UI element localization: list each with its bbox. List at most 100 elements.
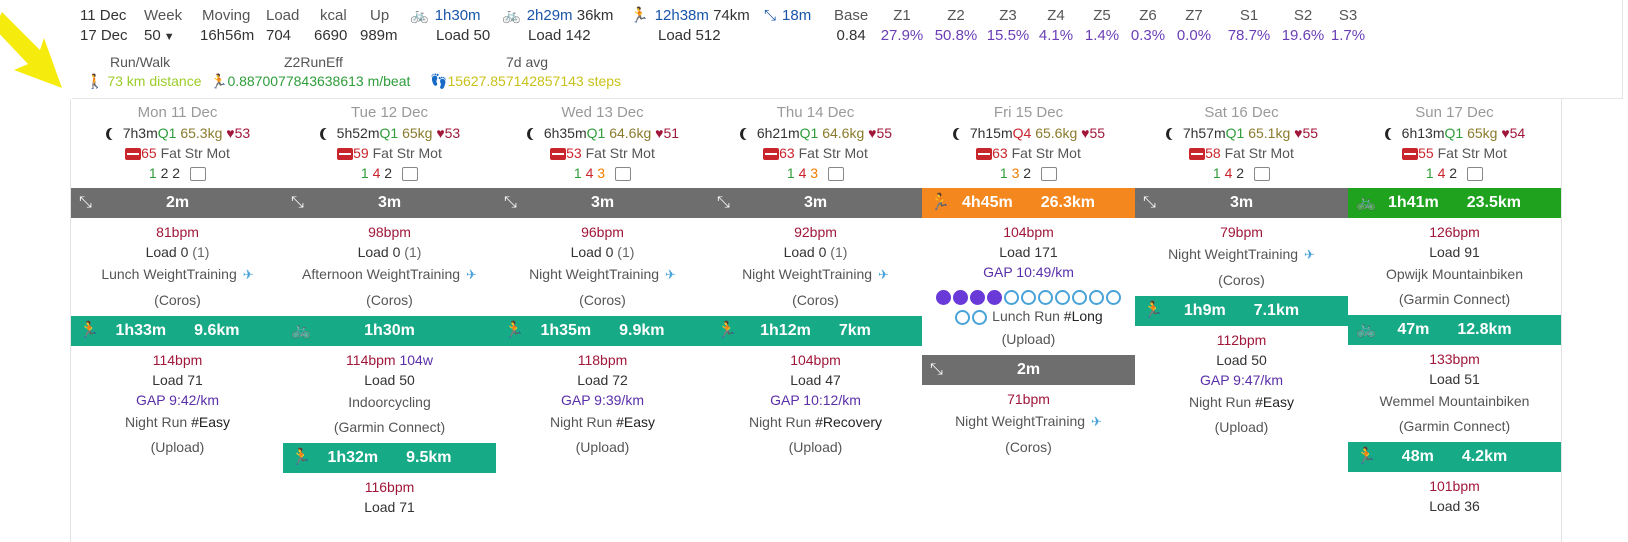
gap-pace: GAP 9:39/km	[560, 392, 644, 408]
wellness-panel[interactable]: 6h35mQ1 64.6kg ♥51 53 Fat Str Mot 1 4 3	[496, 123, 709, 188]
activity-bar[interactable]: 🚲 1h30m	[283, 316, 496, 346]
activity-name[interactable]: Afternoon WeightTraining ✈	[283, 262, 496, 287]
avg-hr: 81bpm	[156, 224, 199, 240]
comment-icon[interactable]	[1041, 167, 1058, 182]
activity-name[interactable]: Night WeightTraining ✈	[709, 262, 922, 287]
wellness-panel[interactable]: 7h57mQ1 65.1kg ♥55 58 Fat Str Mot 1 4 2	[1135, 123, 1348, 188]
load-label: Load	[266, 7, 300, 24]
comment-icon[interactable]	[1467, 167, 1484, 182]
sleep-value: 7h3m	[118, 125, 158, 141]
activity-bar[interactable]: ⤡ 3m	[709, 188, 922, 218]
activity-card[interactable]: 🏃 4h45m 26.3km 104bpm Load 171 GAP 10:49/km L…	[922, 188, 1135, 355]
activity-name[interactable]: Indoorcycling	[283, 390, 496, 414]
activity-card[interactable]: 🏃 1h33m 9.6km 114bpm Load 71 GAP 9:42/km Night…	[71, 316, 284, 463]
walk-icon: 🚶	[86, 73, 104, 89]
moon-icon	[956, 128, 966, 140]
moving-value: 16h56m	[200, 27, 255, 44]
hrv-value: 53	[234, 125, 251, 141]
fat-str-mot-label: Fat Str Mot	[160, 145, 230, 161]
wellness-line-2: 58 Fat Str Mot	[1135, 145, 1348, 161]
activity-bar[interactable]: ⤡ 2m	[71, 188, 284, 218]
activity-bar[interactable]: 🏃 4h45m 26.3km	[922, 188, 1135, 218]
activity-name[interactable]: Night Run #Easy	[71, 410, 284, 434]
day-header: Fri 15 Dec	[993, 104, 1064, 121]
resting-hr-value: 63	[779, 145, 795, 161]
activity-bar[interactable]: ⤡ 3m	[496, 188, 709, 218]
activity-card[interactable]: ⤡ 3m 79bpm Night WeightTraining ✈ (Coros)	[1135, 188, 1348, 296]
wellness-panel[interactable]: 7h15mQ4 65.6kg ♥55 63 Fat Str Mot 1 3 2	[922, 123, 1135, 188]
activity-bar[interactable]: 🚲 47m 12.8km	[1348, 315, 1561, 345]
day-column: Thu 14 Dec 6h21mQ1 64.6kg ♥55 63 Fat Str …	[709, 99, 923, 542]
fatigue-value: 1	[573, 165, 582, 181]
wellness-panel[interactable]: 7h3mQ1 65.3kg ♥53 65 Fat Str Mot 1 2 2	[71, 123, 284, 188]
moving-stat: Moving 16h56m	[200, 6, 254, 46]
activity-card[interactable]: 🏃 48m 4.2km 101bpm Load 36	[1348, 442, 1561, 522]
activity-name[interactable]: Lunch Run #Long	[988, 306, 1103, 326]
activity-card[interactable]: 🚲 1h41m 23.5km 126bpm Load 91 Opwijk Mountain…	[1348, 188, 1561, 315]
activity-card[interactable]: ⤡ 2m 81bpm Load 0 (1) Lunch WeightTraining ✈ (…	[71, 188, 284, 316]
activity-name[interactable]: Lunch WeightTraining ✈	[71, 262, 284, 287]
hrv-value: 54	[1509, 125, 1526, 141]
activity-name[interactable]: Night WeightTraining ✈	[922, 409, 1135, 434]
activity-name-text: Night WeightTraining	[1168, 246, 1299, 262]
hr-line: 114bpm 104w	[283, 350, 496, 370]
activity-card[interactable]: 🚲 1h30m 114bpm 104w Load 50 Indoorcycling (Ga…	[283, 316, 496, 443]
zone-z1: Z1 27.9%	[880, 6, 924, 46]
activity-bar[interactable]: 🏃 1h9m 7.1km	[1135, 296, 1348, 326]
activity-name[interactable]: Night WeightTraining ✈	[1135, 242, 1348, 267]
wellness-panel[interactable]: 6h13mQ1 65kg ♥54 55 Fat Str Mot 1 4 2	[1348, 123, 1561, 188]
load-line: Load 71	[71, 370, 284, 390]
week-selector[interactable]: Week 50 ▼	[144, 6, 182, 47]
load-line: Load 91	[1348, 242, 1561, 262]
activity-name[interactable]: Opwijk Mountainbiken	[1348, 262, 1561, 286]
activity-tag: #Long	[1063, 308, 1103, 324]
activity-card[interactable]: ⤡ 2m 71bpm Night WeightTraining ✈ (Coros)	[922, 355, 1135, 463]
activity-bar[interactable]: 🏃 48m 4.2km	[1348, 442, 1561, 472]
activity-bar[interactable]: ⤡ 2m	[922, 355, 1135, 385]
activity-source: (Coros)	[366, 292, 413, 308]
activity-name[interactable]: Wemmel Mountainbiken	[1348, 389, 1561, 413]
activity-name[interactable]: Night Run #Easy	[496, 410, 709, 434]
hr-line: 79bpm	[1135, 222, 1348, 242]
wellness-panel[interactable]: 6h21mQ1 64.6kg ♥55 63 Fat Str Mot 1 4 3	[709, 123, 922, 188]
wellness-panel[interactable]: 5h52mQ1 65kg ♥53 59 Fat Str Mot 1 4 2	[283, 123, 496, 188]
activity-bar[interactable]: 🏃 1h32m 9.5km	[283, 443, 496, 473]
activity-card[interactable]: ⤡ 3m 96bpm Load 0 (1) Night WeightTraining ✈ (…	[496, 188, 709, 316]
hr-line: 112bpm	[1135, 330, 1348, 350]
activity-bar[interactable]: 🏃 1h33m 9.6km	[71, 316, 284, 346]
activity-name[interactable]: Night WeightTraining ✈	[496, 262, 709, 287]
activity-bar[interactable]: ⤡ 3m	[283, 188, 496, 218]
activity-card[interactable]: 🏃 1h9m 7.1km 112bpm Load 50 GAP 9:47/km Night …	[1135, 296, 1348, 443]
comment-icon[interactable]	[190, 167, 207, 182]
yellow-arrow-annotation	[0, 12, 62, 88]
activity-bar[interactable]: 🏃 1h12m 7km	[709, 316, 922, 346]
motivation-value: 2	[1449, 165, 1458, 181]
activity-bar[interactable]: 🏃 1h35m 9.9km	[496, 316, 709, 346]
zone-s2: S2 19.6%	[1278, 6, 1328, 46]
activity-bar[interactable]: 🚲 1h41m 23.5km	[1348, 188, 1561, 218]
activity-card[interactable]: 🚲 47m 12.8km 133bpm Load 51 Wemmel Mountainbi…	[1348, 315, 1561, 442]
activity-card[interactable]: 🏃 1h32m 9.5km 116bpm Load 71	[283, 443, 496, 523]
comment-icon[interactable]	[1254, 167, 1271, 182]
lightning-badge-icon	[987, 289, 1002, 305]
calendar-week-view: 11 Dec 17 Dec Week 50 ▼ Moving 16h56m Lo…	[70, 0, 1623, 542]
activity-card[interactable]: ⤡ 3m 98bpm Load 0 (1) Afternoon WeightTraini…	[283, 188, 496, 316]
activity-name-text: Indoorcycling	[348, 394, 431, 410]
up-label: Up	[370, 7, 390, 24]
activity-name[interactable]: Night Run #Recovery	[709, 410, 922, 434]
comment-icon[interactable]	[402, 167, 419, 182]
wellness-line-3: 1 3 2	[922, 165, 1135, 182]
zone-label: S2	[1293, 7, 1313, 24]
up-stat: Up 989m	[360, 6, 398, 46]
expand-arrows-icon: ⤡	[504, 194, 517, 211]
activity-duration: 47m	[1397, 321, 1430, 338]
activity-card[interactable]: 🏃 1h12m 7km 104bpm Load 47 GAP 10:12/km Night …	[709, 316, 922, 463]
comment-icon[interactable]	[828, 167, 845, 182]
activity-card[interactable]: ⤡ 3m 92bpm Load 0 (1) Night WeightTraining ✈ (…	[709, 188, 922, 316]
comment-icon[interactable]	[615, 167, 632, 182]
resting-hr-value: 55	[1418, 145, 1434, 161]
hrv-value: 51	[663, 125, 680, 141]
activity-name[interactable]: Night Run #Easy	[1135, 390, 1348, 414]
activity-bar[interactable]: ⤡ 3m	[1135, 188, 1348, 218]
activity-card[interactable]: 🏃 1h35m 9.9km 118bpm Load 72 GAP 9:39/km Night…	[496, 316, 709, 463]
